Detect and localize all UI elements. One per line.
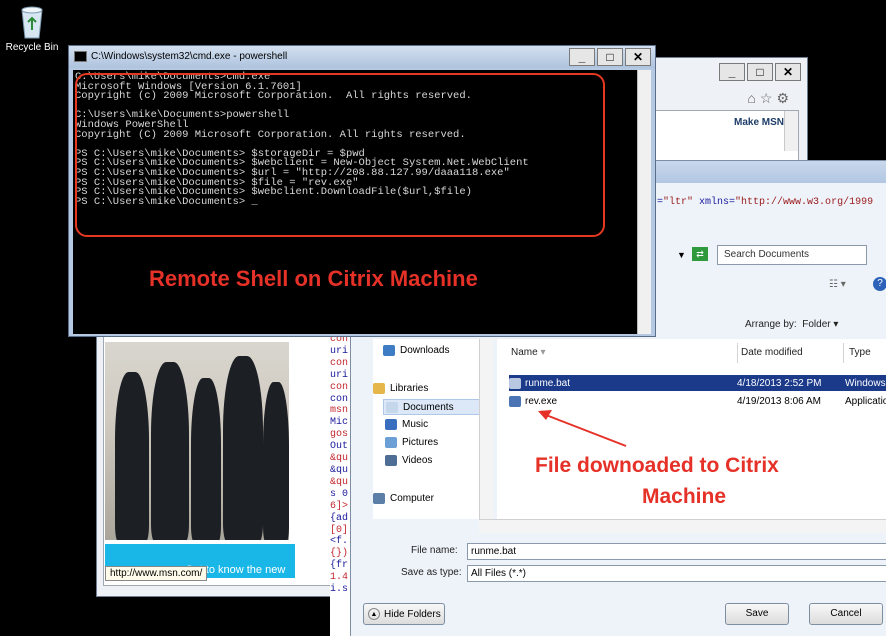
- cmd-title-bar[interactable]: C:\Windows\system32\cmd.exe - powershell…: [69, 46, 655, 68]
- nav-item-computer[interactable]: Computer: [373, 493, 434, 504]
- navigation-pane: Downloads Libraries Documents Music Pict…: [373, 339, 493, 519]
- executable-file-icon: [509, 395, 521, 407]
- hide-folders-button[interactable]: ▲ Hide Folders: [363, 603, 445, 625]
- refresh-icon[interactable]: ⇄: [692, 247, 708, 261]
- help-icon[interactable]: ?: [873, 277, 886, 291]
- search-input[interactable]: Search Documents: [717, 245, 867, 265]
- xmlns-ltr: "ltr": [663, 197, 694, 208]
- libraries-icon: [373, 383, 385, 394]
- cmd-window: C:\Windows\system32\cmd.exe - powershell…: [68, 45, 656, 337]
- home-icon[interactable]: ⌂: [747, 90, 759, 106]
- close-button[interactable]: ✕: [625, 48, 651, 66]
- console-scrollbar[interactable]: [637, 70, 651, 334]
- nav-label: Documents: [403, 401, 454, 413]
- save-button[interactable]: Save: [725, 603, 789, 625]
- photo-figure: [115, 372, 149, 540]
- make-msn-link[interactable]: Make MSN: [734, 117, 784, 128]
- file-name: runme.bat: [525, 377, 571, 389]
- dialog-title-bar: [651, 161, 886, 183]
- close-button[interactable]: ✕: [775, 63, 801, 81]
- column-divider[interactable]: [737, 343, 738, 363]
- music-icon: [385, 419, 397, 430]
- status-bar-url: http://www.msn.com/: [105, 566, 208, 581]
- nav-item-libraries[interactable]: Libraries: [373, 383, 428, 394]
- nav-label: Videos: [402, 455, 433, 466]
- source-xmlns-text: r="ltr" xmlns="http://www.w3.org/1999: [651, 197, 873, 208]
- recycle-bin-label: Recycle Bin: [5, 42, 59, 53]
- hide-folders-label: Hide Folders: [384, 608, 441, 620]
- chevron-up-icon: ▲: [368, 608, 380, 620]
- file-type: Applicatio: [845, 395, 886, 407]
- documents-icon: [386, 401, 398, 413]
- minimize-button[interactable]: _: [569, 48, 595, 66]
- column-header-label: Name: [511, 347, 538, 358]
- computer-icon: [373, 493, 385, 504]
- nav-item-pictures[interactable]: Pictures: [385, 437, 438, 448]
- browser-scrollbar[interactable]: [784, 111, 798, 151]
- photo-figure: [263, 382, 289, 540]
- cancel-button[interactable]: Cancel: [809, 603, 883, 625]
- navigation-scrollbar[interactable]: [479, 339, 493, 519]
- cmd-title: C:\Windows\system32\cmd.exe - powershell: [91, 51, 288, 62]
- photo-figure: [223, 356, 263, 540]
- nav-label: Libraries: [390, 383, 429, 394]
- browser-toolbar-icons: ⌂☆⚙: [747, 90, 793, 107]
- column-header-date[interactable]: Date modified: [741, 347, 803, 358]
- batch-file-icon: [509, 377, 521, 389]
- photo-figure: [151, 362, 189, 540]
- cmd-window-controls: _ □ ✕: [567, 48, 651, 66]
- arrange-by-value: Folder: [802, 319, 831, 330]
- file-date: 4/18/2013 2:52 PM: [737, 377, 822, 389]
- file-row[interactable]: rev.exe 4/19/2013 8:06 AM Applicatio: [509, 393, 886, 409]
- address-dropdown-icon[interactable]: ▼: [677, 250, 686, 260]
- nav-item-music[interactable]: Music: [385, 419, 428, 430]
- file-date: 4/19/2013 8:06 AM: [737, 395, 821, 407]
- nav-label: Computer: [390, 493, 434, 504]
- file-list-scrollbar[interactable]: [479, 519, 886, 533]
- view-options-icon[interactable]: ☷ ▾: [829, 279, 846, 290]
- xmlns-url: "http://www.w3.org/1999: [735, 197, 874, 208]
- browser-window-controls: _ □ ✕: [717, 63, 801, 81]
- save-type-label: Save as type:: [401, 567, 462, 578]
- console-icon: [74, 51, 87, 62]
- annotation-file-downloaded-line1: File downoaded to Citrix: [535, 454, 779, 477]
- desktop: Recycle Bin _ □ ✕ ⌂☆⚙ Make MSN Get to kn…: [0, 0, 886, 636]
- file-row[interactable]: runme.bat 4/18/2013 2:52 PM Windows: [509, 375, 886, 391]
- highlight-box: [75, 73, 605, 237]
- nav-item-documents[interactable]: Documents: [383, 399, 489, 415]
- column-divider[interactable]: [843, 343, 844, 363]
- minimize-button[interactable]: _: [719, 63, 745, 81]
- pictures-icon: [385, 437, 397, 448]
- file-name: rev.exe: [525, 395, 558, 407]
- favorites-icon[interactable]: ☆: [760, 90, 777, 106]
- save-type-select[interactable]: All Files (*.*): [467, 565, 886, 582]
- recycle-bin[interactable]: Recycle Bin: [2, 4, 62, 53]
- column-header-type[interactable]: Type: [849, 347, 871, 358]
- nav-item-videos[interactable]: Videos: [385, 455, 432, 466]
- console-output[interactable]: C:\Users\mike\Documents>cmd.exe Microsof…: [73, 70, 637, 334]
- annotation-remote-shell: Remote Shell on Citrix Machine: [149, 266, 478, 291]
- downloads-icon: [383, 345, 395, 356]
- arrange-by-label: Arrange by:: [745, 319, 797, 330]
- recycle-bin-icon: [21, 6, 43, 39]
- file-name-input[interactable]: runme.bat: [467, 543, 886, 560]
- videos-icon: [385, 455, 397, 466]
- file-type: Windows: [845, 377, 886, 389]
- nav-label: Pictures: [402, 437, 439, 448]
- arrange-by[interactable]: Arrange by: Folder ▾: [745, 319, 838, 330]
- news-photo[interactable]: [105, 342, 289, 540]
- maximize-button[interactable]: □: [747, 63, 773, 81]
- maximize-button[interactable]: □: [597, 48, 623, 66]
- settings-gear-icon[interactable]: ⚙: [776, 90, 793, 106]
- annotation-file-downloaded-line2: Machine: [642, 485, 727, 508]
- nav-label: Music: [402, 419, 429, 430]
- file-name-label: File name:: [411, 545, 458, 556]
- photo-figure: [191, 378, 221, 540]
- xmlns-rest: xmlns=: [693, 197, 736, 208]
- nav-label: Downloads: [400, 345, 450, 356]
- column-header-name[interactable]: Name ▾: [511, 347, 546, 358]
- sort-arrow-icon: ▾: [540, 347, 546, 358]
- nav-item-downloads[interactable]: Downloads: [383, 345, 449, 356]
